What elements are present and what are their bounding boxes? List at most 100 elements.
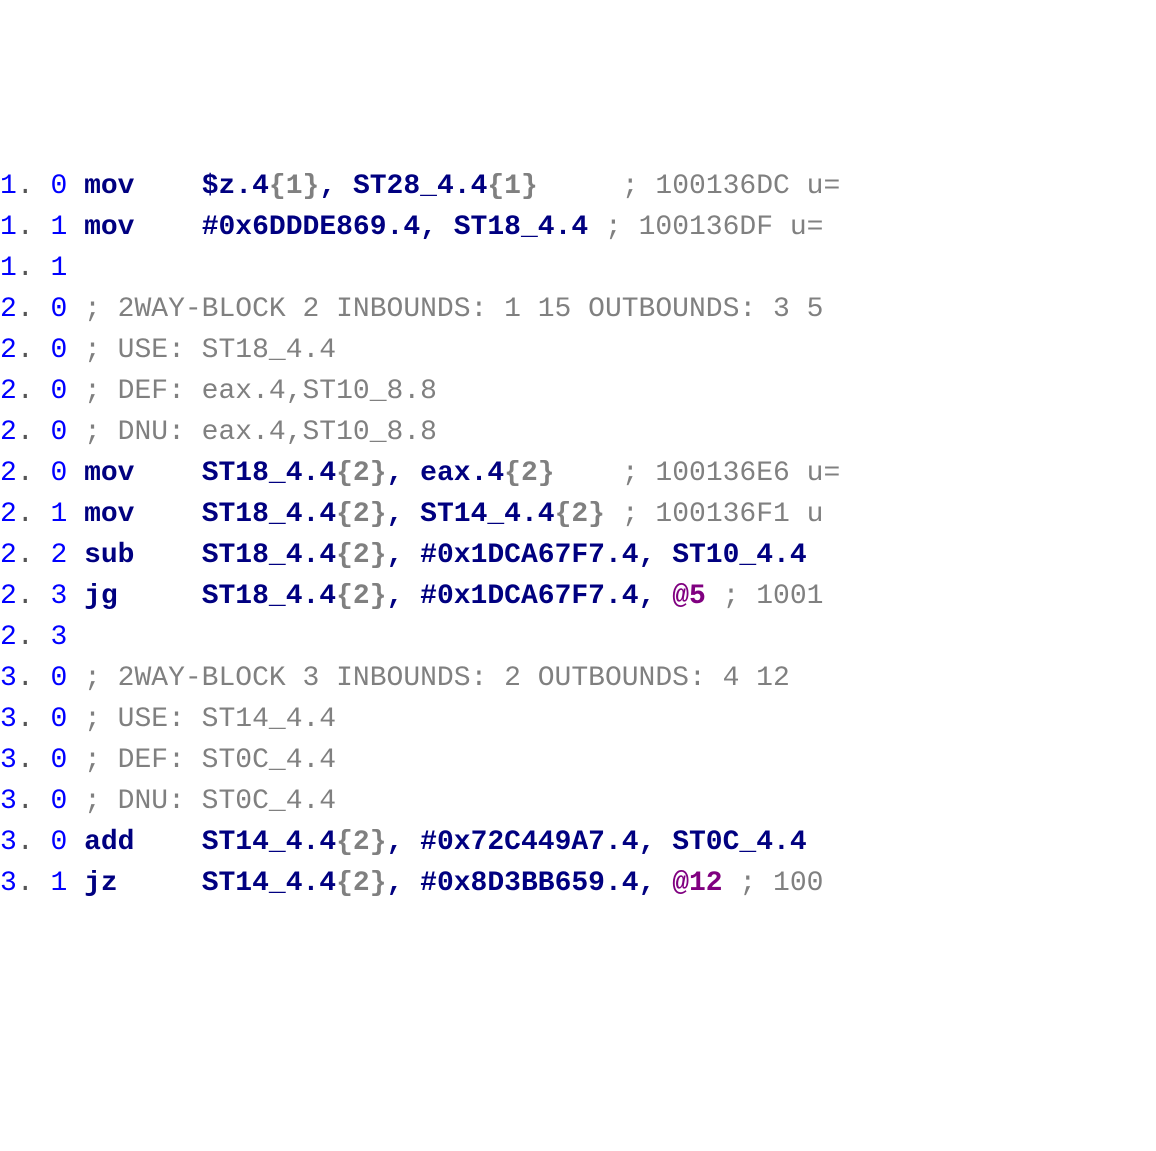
line-index: 2. 3 (0, 581, 84, 612)
code-line: 2. 0 ; DNU: eax.4,ST10_8.8 (0, 412, 1156, 453)
line-index: 3. 1 (0, 868, 84, 899)
line-index: 2. 0 (0, 458, 84, 489)
instr-index: 0 (50, 335, 67, 366)
operand: ST14_4.4 (202, 868, 336, 899)
instr-index: 3 (50, 581, 67, 612)
instr-index: 0 (50, 171, 67, 202)
operand: ST14_4.4 (420, 499, 554, 530)
comment-text: DEF: eax.4,ST10_8.8 (118, 376, 437, 407)
code-line: 2. 2 sub ST18_4.4{2}, #0x1DCA67F7.4, ST1… (0, 535, 1156, 576)
operand: ST18_4.4 (202, 499, 336, 530)
operand: ST0C_4.4 (672, 827, 823, 858)
mnemonic: sub (84, 540, 134, 571)
code-line: 3. 0 add ST14_4.4{2}, #0x72C449A7.4, ST0… (0, 822, 1156, 863)
instr-index: 1 (50, 212, 67, 243)
operand: , (387, 868, 421, 899)
comment-marker: ; (84, 786, 118, 817)
comment-text: 1001 (756, 581, 823, 612)
block-number: 1 (0, 212, 17, 243)
block-number: 2 (0, 417, 17, 448)
operand: , (387, 581, 421, 612)
operand: #0x72C449A7.4 (420, 827, 638, 858)
comment-text: 100 (773, 868, 823, 899)
label-ref: @12 (672, 868, 722, 899)
version-tag: {2} (555, 499, 605, 530)
operand: ST28_4.4 (353, 171, 487, 202)
operand: , (387, 499, 421, 530)
operand: eax.4 (420, 458, 504, 489)
code-line: 2. 3 (0, 617, 1156, 658)
block-number: 2 (0, 458, 17, 489)
comment-marker: ; (84, 294, 118, 325)
version-tag: {2} (336, 540, 386, 571)
comment-marker: ; (739, 868, 773, 899)
block-number: 3 (0, 827, 17, 858)
code-line: 2. 0 ; 2WAY-BLOCK 2 INBOUNDS: 1 15 OUTBO… (0, 289, 1156, 330)
block-number: 1 (0, 171, 17, 202)
operand: ST18_4.4 (202, 581, 336, 612)
block-number: 2 (0, 335, 17, 366)
operand: ST18_4.4 (202, 540, 336, 571)
block-number: 2 (0, 540, 17, 571)
code-line: 2. 1 mov ST18_4.4{2}, ST14_4.4{2} ; 1001… (0, 494, 1156, 535)
block-number: 3 (0, 704, 17, 735)
operand: $z.4 (202, 171, 269, 202)
comment-text: DEF: ST0C_4.4 (118, 745, 336, 776)
comment-marker: ; (84, 663, 118, 694)
line-index: 2. 0 (0, 417, 84, 448)
instr-index: 1 (50, 499, 67, 530)
comment-text: DNU: eax.4,ST10_8.8 (118, 417, 437, 448)
instr-index: 0 (50, 745, 67, 776)
instr-index: 0 (50, 294, 67, 325)
version-tag: {2} (504, 458, 554, 489)
mnemonic: jg (84, 581, 118, 612)
version-tag: {2} (336, 827, 386, 858)
operand: #0x6DDDE869.4 (202, 212, 420, 243)
operand: ST10_4.4 (672, 540, 823, 571)
operand: #0x8D3BB659.4 (420, 868, 638, 899)
comment-text: 100136E6 u= (655, 458, 840, 489)
code-line: 2. 0 ; DEF: eax.4,ST10_8.8 (0, 371, 1156, 412)
label-ref: @5 (672, 581, 706, 612)
code-line: 2. 0 mov ST18_4.4{2}, eax.4{2} ; 100136E… (0, 453, 1156, 494)
operand: , (639, 868, 673, 899)
line-index: 3. 0 (0, 663, 84, 694)
instr-index: 0 (50, 827, 67, 858)
code-line: 3. 1 jz ST14_4.4{2}, #0x8D3BB659.4, @12 … (0, 863, 1156, 904)
comment-marker: ; (84, 376, 118, 407)
version-tag: {1} (487, 171, 537, 202)
line-index: 2. 3 (0, 622, 84, 653)
comment-marker: ; (84, 335, 118, 366)
line-index: 2. 1 (0, 499, 84, 530)
code-line: 3. 0 ; DEF: ST0C_4.4 (0, 740, 1156, 781)
line-index: 2. 0 (0, 294, 84, 325)
comment-marker: ; (605, 212, 639, 243)
instr-index: 0 (50, 376, 67, 407)
code-line: 3. 0 ; 2WAY-BLOCK 3 INBOUNDS: 2 OUTBOUND… (0, 658, 1156, 699)
operand: ST14_4.4 (202, 827, 336, 858)
comment-text: 2WAY-BLOCK 3 INBOUNDS: 2 OUTBOUNDS: 4 12 (118, 663, 807, 694)
operand: , (387, 827, 421, 858)
line-index: 3. 0 (0, 827, 84, 858)
comment-marker: ; (84, 745, 118, 776)
line-index: 2. 2 (0, 540, 84, 571)
comment-text: 100136DC u= (655, 171, 840, 202)
block-number: 2 (0, 622, 17, 653)
line-index: 1. 1 (0, 212, 84, 243)
operand: , (639, 581, 673, 612)
instr-index: 1 (50, 868, 67, 899)
line-index: 3. 0 (0, 704, 84, 735)
version-tag: {1} (269, 171, 319, 202)
code-line: 3. 0 ; DNU: ST0C_4.4 (0, 781, 1156, 822)
instr-index: 0 (50, 458, 67, 489)
mnemonic: jz (84, 868, 118, 899)
code-view: 1. 0 mov $z.4{1}, ST28_4.4{1} ; 100136DC… (0, 164, 1156, 987)
operand: ST18_4.4 (202, 458, 336, 489)
comment-marker: ; (723, 581, 757, 612)
line-index: 3. 0 (0, 745, 84, 776)
mnemonic: mov (84, 212, 134, 243)
block-number: 1 (0, 253, 17, 284)
block-number: 2 (0, 581, 17, 612)
comment-marker: ; (84, 704, 118, 735)
line-index: 2. 0 (0, 335, 84, 366)
